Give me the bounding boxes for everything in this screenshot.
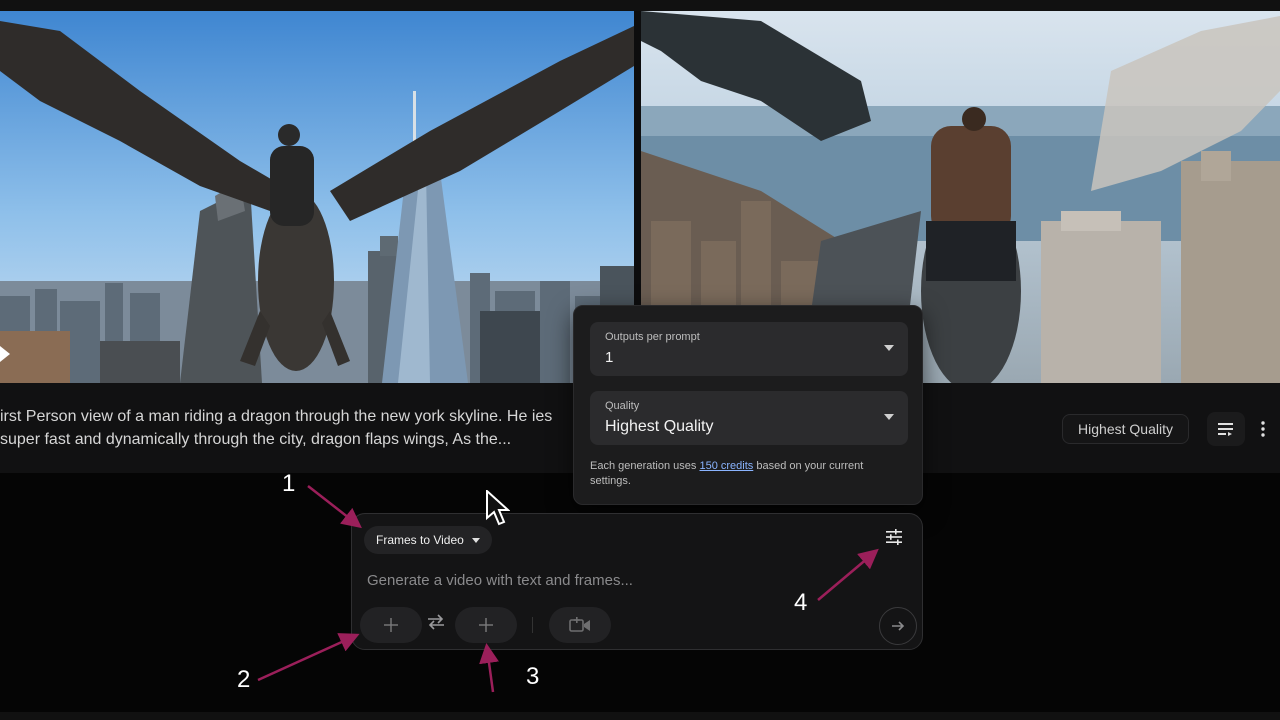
- quality-value: Highest Quality: [605, 418, 714, 435]
- settings-panel: Outputs per prompt 1 Quality Highest Qua…: [573, 305, 923, 505]
- more-options-button[interactable]: [1252, 412, 1274, 446]
- mode-label: Frames to Video: [376, 533, 464, 547]
- play-icon[interactable]: [0, 346, 10, 362]
- annotation-arrow-2: [257, 633, 360, 682]
- credits-link[interactable]: 150 credits: [699, 460, 753, 472]
- outputs-value: 1: [605, 349, 614, 366]
- dropdown-caret-icon: [884, 345, 894, 351]
- divider: [532, 617, 533, 633]
- more-vert-icon: [1261, 421, 1265, 437]
- quality-chip[interactable]: Highest Quality: [1062, 414, 1189, 444]
- list-icon: [1218, 423, 1233, 436]
- plus-icon: [479, 618, 493, 632]
- outputs-per-prompt-select[interactable]: Outputs per prompt 1: [590, 322, 908, 376]
- quality-select[interactable]: Quality Highest Quality: [590, 391, 908, 445]
- annotation-number-3: 3: [526, 663, 540, 690]
- credits-prefix: Each generation uses: [590, 460, 700, 472]
- settings-tune-button[interactable]: [886, 529, 910, 551]
- annotation-number-4: 4: [794, 589, 808, 616]
- prompt-text: irst Person view of a man riding a drago…: [0, 408, 553, 448]
- mode-selector[interactable]: Frames to Video: [364, 526, 492, 554]
- dragon-skyline-image-left: [0, 11, 634, 383]
- dropdown-caret-icon: [884, 414, 894, 420]
- app-root: irst Person view of a man riding a drago…: [0, 0, 1280, 720]
- send-button[interactable]: [879, 607, 917, 645]
- annotation-number-2: 2: [237, 666, 251, 693]
- video-left[interactable]: [0, 11, 634, 383]
- start-frame-button[interactable]: [360, 607, 422, 643]
- list-button[interactable]: [1207, 412, 1245, 446]
- quality-label: Quality: [605, 400, 640, 412]
- swap-icon: [428, 614, 444, 630]
- arrow-right-icon: [892, 621, 905, 631]
- annotation-arrow-3: [479, 643, 499, 693]
- top-bar: [0, 0, 1280, 11]
- dropdown-caret-icon: [471, 537, 480, 543]
- end-frame-button[interactable]: [455, 607, 517, 643]
- mouse-pointer-icon: [486, 490, 510, 526]
- outputs-label: Outputs per prompt: [605, 331, 700, 343]
- add-video-button[interactable]: [549, 607, 611, 643]
- annotation-number-1: 1: [282, 470, 296, 497]
- tune-icon: [886, 529, 902, 545]
- prompt-composer: Frames to Video: [351, 513, 923, 650]
- prompt-input[interactable]: [367, 569, 887, 591]
- swap-frames-button[interactable]: [426, 614, 448, 634]
- annotation-arrow-1: [307, 485, 362, 529]
- plus-icon: [384, 618, 398, 632]
- bottom-strip: [0, 712, 1280, 720]
- credits-note: Each generation uses 150 credits based o…: [590, 459, 890, 489]
- video-camera-icon: [569, 617, 590, 632]
